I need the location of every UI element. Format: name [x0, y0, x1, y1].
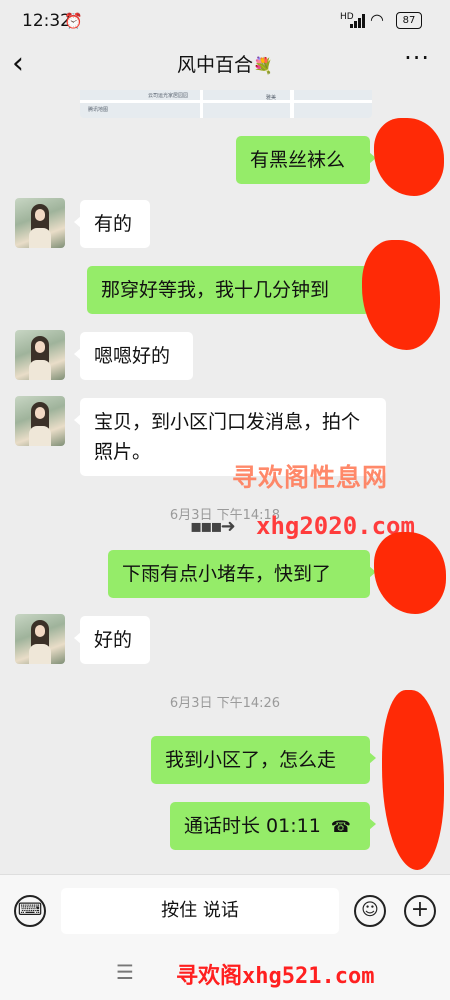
chat-header: ‹ 风中百合💐 ···	[0, 42, 450, 88]
input-bar: ⌨ 按住 说话 ☺ +	[0, 874, 450, 947]
avatar[interactable]	[15, 330, 65, 380]
redacted-avatar	[374, 532, 446, 614]
map-preview[interactable]: 腾讯地图 云司运光家居园园 雅美	[80, 90, 372, 118]
redacted-avatar	[382, 690, 444, 870]
redacted-avatar	[374, 118, 444, 196]
timestamp: 6月3日 下午14:26	[169, 696, 281, 711]
emoji-icon[interactable]: ☺	[354, 895, 386, 927]
map-label: 雅美	[266, 95, 277, 101]
outgoing-message[interactable]: 我到小区了，怎么走	[151, 736, 376, 784]
outgoing-message[interactable]: 有黑丝袜么	[236, 136, 376, 184]
avatar[interactable]	[15, 614, 65, 664]
wifi-icon: ◠	[370, 10, 384, 29]
avatar[interactable]	[15, 198, 65, 248]
contact-name: 风中百合	[177, 54, 254, 76]
incoming-message[interactable]: 嗯嗯好的	[74, 332, 193, 380]
map-label: 云司运光家居园园	[148, 93, 189, 99]
status-bar: 12:32 ⏰ HD ◠ 87	[0, 0, 450, 42]
chat-title: 风中百合💐	[0, 50, 450, 77]
arrow-icon: ▪▪▪➜	[190, 516, 236, 537]
avatar[interactable]	[15, 396, 65, 446]
map-label: 腾讯地图	[88, 107, 109, 113]
phone-icon: ☎	[330, 817, 351, 836]
signal-icon	[350, 14, 368, 28]
call-duration: 通话时长 01:11	[184, 815, 321, 837]
bottom-bar: ☰ 寻欢阁xhg521.com	[0, 946, 450, 1000]
watermark-footer: 寻欢阁xhg521.com	[176, 964, 375, 989]
more-dots-icon[interactable]: ···	[404, 44, 430, 72]
hold-to-talk-button[interactable]: 按住 说话	[61, 888, 339, 934]
menu-icon[interactable]: ☰	[116, 960, 134, 984]
redacted-avatar	[362, 240, 440, 350]
alarm-icon: ⏰	[64, 12, 83, 30]
incoming-message[interactable]: 有的	[74, 200, 150, 248]
battery-icon: 87	[396, 12, 422, 29]
keyboard-icon[interactable]: ⌨	[14, 895, 46, 927]
bouquet-icon: 💐	[253, 56, 273, 75]
outgoing-message[interactable]: 下雨有点小堵车，快到了	[108, 550, 376, 598]
plus-icon[interactable]: +	[404, 895, 436, 927]
outgoing-message[interactable]: 那穿好等我，我十几分钟到	[87, 266, 376, 314]
call-record-message[interactable]: 通话时长 01:11 ☎	[170, 802, 376, 850]
watermark-site-name: 寻欢阁性息网	[232, 463, 389, 492]
incoming-message[interactable]: 好的	[74, 616, 150, 664]
